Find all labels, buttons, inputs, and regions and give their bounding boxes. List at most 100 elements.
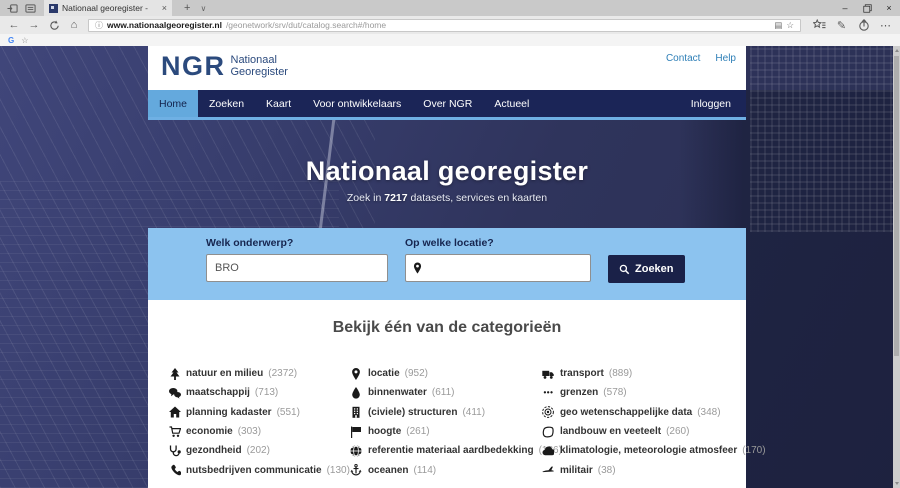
category-link-geo-wetenschappelijke-data[interactable]: geo wetenschappelijke data(348) <box>542 403 766 422</box>
category-link-landbouw-en-veeteelt[interactable]: landbouw en veeteelt (260) <box>542 422 766 441</box>
categories-section: Bekijk één van de categorieën natuur en … <box>148 300 746 488</box>
nav-item-over-ngr[interactable]: Over NGR <box>412 90 483 117</box>
category-link-gezondheid[interactable]: gezondheid(202) <box>168 441 350 460</box>
category-link-economie[interactable]: economie (303) <box>168 422 350 441</box>
category-link-referentie-materiaal-aardbedekking[interactable]: referentie materiaal aardbedekking(186) <box>350 441 542 460</box>
category-label: economie <box>186 426 233 437</box>
stethoscope-icon <box>168 444 181 457</box>
browser-window: Nationaal georegister - × + ∨ – × ← → ⌂ … <box>0 0 900 488</box>
share-icon[interactable] <box>857 19 870 32</box>
scrollbar-down-arrow-icon[interactable] <box>893 479 900 488</box>
category-label: landbouw en veeteelt <box>560 426 661 437</box>
location-input[interactable] <box>405 254 591 282</box>
nav-item-inloggen[interactable]: Inloggen <box>676 90 746 117</box>
topic-input[interactable] <box>206 254 388 282</box>
nav-item-kaart[interactable]: Kaart <box>255 90 302 117</box>
category-count: (411) <box>462 407 485 418</box>
category-link-planning-kadaster[interactable]: planning kadaster(551) <box>168 403 350 422</box>
category-link-hoogte[interactable]: hoogte(261) <box>350 422 542 441</box>
category-label: geo wetenschappelijke data <box>560 407 692 418</box>
nav-item-actueel[interactable]: Actueel <box>483 90 540 117</box>
reading-view-icon[interactable]: ▤ <box>774 20 782 31</box>
category-count: (713) <box>255 387 278 398</box>
back-icon[interactable]: ← <box>4 19 24 31</box>
shopping-cart-icon <box>168 425 181 438</box>
page-viewport: NGR Nationaal Georegister Contact Help H… <box>0 46 900 488</box>
category-label: nutsbedrijven communicatie <box>186 465 322 476</box>
set-tabs-aside-icon[interactable] <box>6 2 18 14</box>
scrollbar-up-arrow-icon[interactable] <box>893 46 900 55</box>
window-minimize-button[interactable]: – <box>834 0 856 16</box>
toolbar-right-icons: ✎ ⋯ <box>813 19 892 32</box>
main-nav-items: HomeZoekenKaartVoor ontwikkelaarsOver NG… <box>148 90 540 117</box>
tree-icon <box>168 367 181 380</box>
refresh-icon[interactable] <box>44 20 64 31</box>
more-options-icon[interactable]: ⋯ <box>879 19 892 32</box>
window-close-button[interactable]: × <box>878 0 900 16</box>
water-drop-icon <box>350 386 363 399</box>
house-icon <box>168 406 181 419</box>
forward-icon[interactable]: → <box>24 19 44 31</box>
category-label: binnenwater <box>368 387 427 398</box>
browser-tab[interactable]: Nationaal georegister - × <box>44 0 172 16</box>
plane-icon <box>542 464 555 477</box>
address-bar[interactable]: ⓘ www.nationaalgeoregister.nl /geonetwor… <box>88 19 801 32</box>
category-link-klimatologie-meteorologie-atmosfeer[interactable]: klimatologie, meteorologie atmosfeer(170… <box>542 441 766 460</box>
window-restore-button[interactable] <box>856 0 878 16</box>
favorites-hub-icon[interactable] <box>813 19 826 32</box>
category-link-oceanen[interactable]: oceanen(114) <box>350 460 542 479</box>
category-count: (38) <box>598 465 616 476</box>
phone-icon <box>168 464 181 477</box>
category-label: natuur en milieu <box>186 368 263 379</box>
category-count: (551) <box>277 407 300 418</box>
category-link-grenzen[interactable]: •••grenzen(578) <box>542 383 766 402</box>
page-title: Nationaal georegister <box>148 120 746 187</box>
category-column: locatie(952)binnenwater(611)(civiele) st… <box>350 364 542 480</box>
home-icon[interactable]: ⌂ <box>64 19 84 31</box>
site-content: NGR Nationaal Georegister Contact Help H… <box>148 46 746 488</box>
scrollbar-thumb[interactable] <box>894 56 899 356</box>
category-link-transport[interactable]: transport(889) <box>542 364 766 383</box>
window-controls: – × <box>834 0 900 16</box>
hero: Nationaal georegister Zoek in 7217 datas… <box>148 120 746 228</box>
category-count: (260) <box>666 426 689 437</box>
add-favorite-star-icon[interactable]: ☆ <box>786 20 794 31</box>
nav-item-home[interactable]: Home <box>148 90 198 117</box>
category-link-nutsbedrijven-communicatie[interactable]: nutsbedrijven communicatie(130) <box>168 460 350 479</box>
dataset-count: 7217 <box>384 192 407 204</box>
tab-close-icon[interactable]: × <box>162 3 167 13</box>
category-label: (civiele) structuren <box>368 407 457 418</box>
category-count: (202) <box>247 445 270 456</box>
ngr-logo[interactable]: NGR Nationaal Georegister <box>161 53 331 80</box>
search-icon <box>619 264 630 275</box>
tab-preview-chevron-icon[interactable]: ∨ <box>200 4 206 13</box>
location-label: Op welke locatie? <box>405 237 591 249</box>
category-link--civiele-structuren[interactable]: (civiele) structuren (411) <box>350 403 542 422</box>
page-scrollbar[interactable] <box>893 46 900 488</box>
category-link-natuur-en-milieu[interactable]: natuur en milieu(2372) <box>168 364 350 383</box>
contact-link[interactable]: Contact <box>666 53 700 64</box>
nav-item-zoeken[interactable]: Zoeken <box>198 90 255 117</box>
bookmark-google-favicon[interactable]: G <box>8 36 14 45</box>
category-count: (303) <box>238 426 261 437</box>
tabs-preview-icon[interactable] <box>24 2 36 14</box>
category-count: (578) <box>603 387 626 398</box>
category-link-militair[interactable]: militair(38) <box>542 460 766 479</box>
help-link[interactable]: Help <box>715 53 736 64</box>
category-link-maatschappij[interactable]: maatschappij(713) <box>168 383 350 402</box>
category-label: locatie <box>368 368 400 379</box>
web-note-pen-icon[interactable]: ✎ <box>835 19 848 32</box>
flag-icon <box>350 425 363 438</box>
nav-item-voor-ontwikkelaars[interactable]: Voor ontwikkelaars <box>302 90 412 117</box>
category-label: oceanen <box>368 465 409 476</box>
search-button-label: Zoeken <box>635 263 674 275</box>
category-link-locatie[interactable]: locatie(952) <box>350 364 542 383</box>
new-tab-button[interactable]: + <box>184 2 190 14</box>
subtitle-suffix: datasets, services en kaarten <box>408 192 548 204</box>
bookmark-star-icon[interactable]: ☆ <box>21 36 28 45</box>
category-label: referentie materiaal aardbedekking <box>368 445 534 456</box>
search-button[interactable]: Zoeken <box>608 255 685 283</box>
bullseye-icon <box>542 406 555 419</box>
category-link-binnenwater[interactable]: binnenwater(611) <box>350 383 542 402</box>
site-info-icon[interactable]: ⓘ <box>95 20 103 31</box>
